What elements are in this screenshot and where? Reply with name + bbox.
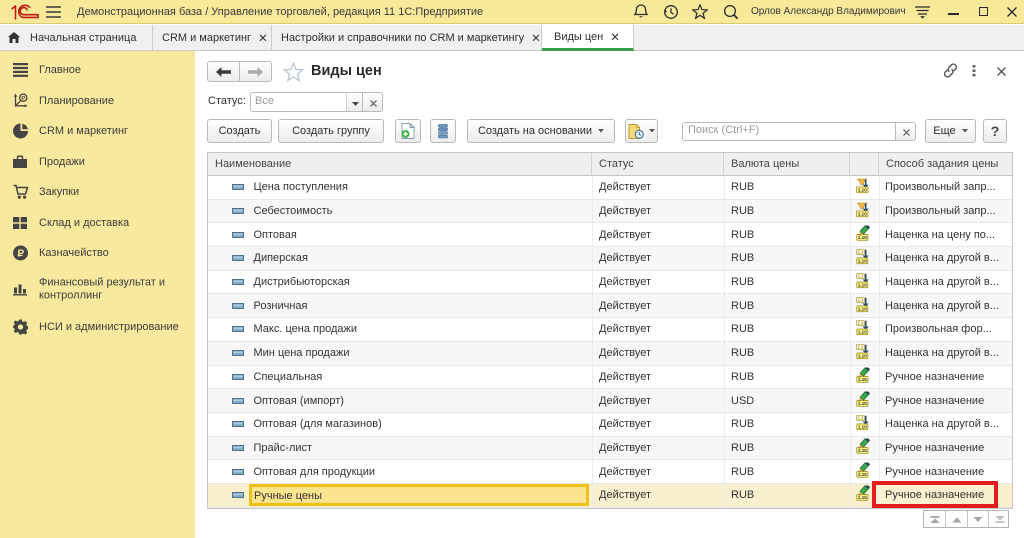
- svg-text:1.10: 1.10: [857, 259, 866, 264]
- svg-text:Р: Р: [21, 95, 25, 101]
- svg-text:1.15: 1.15: [857, 495, 866, 500]
- svg-text:1.10: 1.10: [857, 425, 866, 430]
- svg-text:1.15: 1.15: [857, 472, 866, 477]
- svg-text:Р: Р: [17, 249, 24, 260]
- svg-text:1.1: 1.1: [857, 297, 863, 302]
- svg-text:1.10: 1.10: [857, 330, 866, 335]
- svg-text:1.10: 1.10: [857, 188, 866, 193]
- svg-text:1.10: 1.10: [857, 354, 866, 359]
- svg-text:1.1: 1.1: [857, 416, 863, 421]
- svg-text:1.1: 1.1: [857, 250, 863, 255]
- svg-text:1.1: 1.1: [857, 274, 863, 279]
- svg-text:1.10: 1.10: [857, 283, 866, 288]
- svg-text:1.15: 1.15: [857, 448, 866, 453]
- svg-text:1.15: 1.15: [857, 401, 866, 406]
- svg-text:1.1: 1.1: [857, 321, 863, 326]
- svg-text:1.10: 1.10: [857, 212, 866, 217]
- svg-text:1.15: 1.15: [857, 235, 866, 240]
- svg-text:1.15: 1.15: [857, 377, 866, 382]
- svg-text:1.1: 1.1: [857, 345, 863, 350]
- svg-text:1.10: 1.10: [857, 306, 866, 311]
